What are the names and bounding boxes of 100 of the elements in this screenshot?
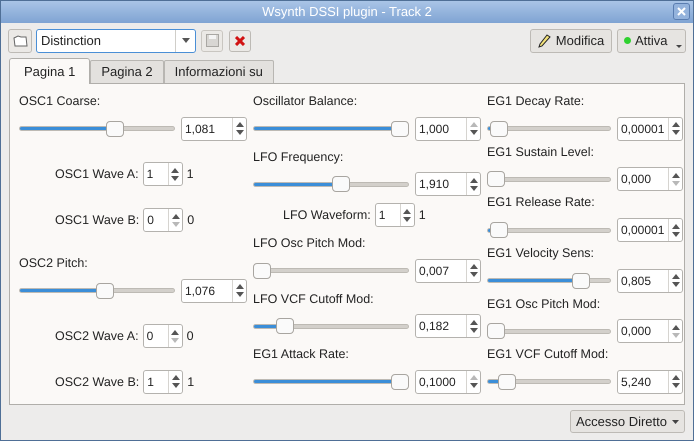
edit-button[interactable]: Modifica	[530, 28, 612, 52]
spin-box[interactable]: 1,910	[415, 172, 481, 196]
spin-box[interactable]: 0,00001	[617, 218, 683, 242]
down-arrow-icon[interactable]	[470, 383, 478, 388]
slider-thumb[interactable]	[487, 171, 505, 188]
up-arrow-icon[interactable]	[672, 274, 680, 280]
down-arrow-icon[interactable]	[470, 328, 478, 333]
tab[interactable]: Informazioni su	[164, 60, 274, 83]
slider-thumb[interactable]	[572, 272, 590, 289]
slider-label: Oscillator Balance:	[253, 93, 358, 110]
slider[interactable]	[487, 222, 611, 238]
slider-thumb[interactable]	[490, 120, 508, 137]
slider-label: EG1 Velocity Sens:	[487, 244, 596, 262]
close-button[interactable]	[673, 3, 690, 20]
spin-box[interactable]: 1,076	[181, 278, 247, 303]
slider-label: LFO Frequency:	[253, 148, 344, 166]
down-arrow-icon[interactable]	[236, 292, 244, 298]
down-arrow-icon[interactable]	[470, 186, 478, 191]
spin-box[interactable]: 0	[143, 208, 184, 232]
value-readout: 0	[186, 328, 194, 345]
window-title: Wsynth DSSI plugin - Track 2	[262, 3, 432, 22]
slider[interactable]	[253, 120, 409, 137]
slider-thumb[interactable]	[253, 262, 271, 279]
spin-box[interactable]: 0	[142, 324, 183, 348]
down-arrow-icon[interactable]	[470, 272, 478, 278]
down-arrow-icon[interactable]	[470, 130, 478, 136]
slider[interactable]	[253, 374, 409, 390]
down-arrow-icon[interactable]	[403, 216, 412, 222]
down-arrow-icon[interactable]	[672, 383, 680, 388]
slider[interactable]	[487, 323, 611, 340]
slider-thumb[interactable]	[391, 120, 409, 137]
tab[interactable]: Pagina 2	[90, 60, 164, 83]
up-arrow-icon[interactable]	[236, 284, 244, 290]
slider[interactable]	[487, 272, 611, 289]
spin-box[interactable]: 1	[374, 203, 415, 228]
spin-box[interactable]: 1,000	[415, 116, 481, 141]
open-button[interactable]	[8, 28, 32, 52]
caret-icon	[676, 44, 682, 48]
delete-button[interactable]	[229, 30, 251, 52]
tab[interactable]: Pagina 1	[9, 58, 90, 84]
up-arrow-icon[interactable]	[171, 330, 180, 335]
slider-label: EG1 Sustain Level:	[487, 144, 596, 161]
spin-box[interactable]: 0,805	[617, 268, 683, 293]
slider-label: EG1 Release Rate:	[487, 194, 596, 212]
down-arrow-icon[interactable]	[172, 383, 180, 388]
spin-box[interactable]: 1,081	[181, 116, 247, 141]
slider[interactable]	[19, 120, 175, 137]
spin-box[interactable]: 0,000	[617, 167, 683, 192]
spin-box[interactable]: 0,000	[617, 319, 683, 344]
slider-thumb[interactable]	[391, 374, 409, 390]
down-arrow-icon[interactable]	[672, 232, 680, 237]
slider[interactable]	[253, 262, 409, 279]
preset-combobox[interactable]: Distinction	[36, 28, 196, 52]
up-arrow-icon[interactable]	[672, 324, 680, 330]
slider[interactable]	[253, 318, 409, 334]
slider-thumb[interactable]	[490, 222, 508, 238]
down-arrow-icon[interactable]	[672, 130, 680, 136]
up-arrow-icon[interactable]	[672, 224, 680, 229]
slider-thumb[interactable]	[487, 323, 505, 340]
spin-box[interactable]: 0,182	[415, 314, 481, 338]
spin-box[interactable]: 1	[142, 162, 183, 186]
spin-box[interactable]: 1	[143, 370, 184, 394]
slider-thumb[interactable]	[106, 120, 124, 137]
spin-label: OSC1 Wave B:	[55, 212, 140, 229]
slider-thumb[interactable]	[276, 318, 294, 334]
up-arrow-icon[interactable]	[672, 122, 680, 128]
spin-box[interactable]: 0,1000	[415, 370, 481, 394]
pencil-icon	[538, 34, 551, 48]
up-arrow-icon[interactable]	[470, 264, 478, 270]
up-arrow-icon[interactable]	[171, 168, 180, 173]
direct-access-button[interactable]: Accesso Diretto	[570, 410, 685, 433]
slider-thumb[interactable]	[332, 176, 350, 192]
slider[interactable]	[487, 120, 611, 137]
up-arrow-icon[interactable]	[470, 320, 478, 325]
slider[interactable]	[19, 282, 175, 299]
spin-box[interactable]: 5,240	[617, 370, 683, 394]
down-arrow-icon[interactable]	[171, 176, 180, 181]
active-button[interactable]: Attiva	[617, 28, 686, 52]
down-arrow-icon[interactable]	[236, 130, 244, 136]
up-arrow-icon[interactable]	[470, 178, 478, 183]
up-arrow-icon[interactable]	[236, 122, 244, 128]
up-arrow-icon[interactable]	[672, 375, 680, 380]
dropdown-arrow-icon	[182, 38, 190, 43]
up-arrow-icon[interactable]	[672, 172, 680, 178]
slider-label: EG1 Decay Rate:	[487, 93, 586, 110]
slider[interactable]	[487, 374, 611, 390]
slider-thumb[interactable]	[96, 282, 114, 299]
slider[interactable]	[253, 176, 409, 192]
down-arrow-icon[interactable]	[672, 282, 680, 288]
slider-thumb[interactable]	[498, 374, 516, 390]
caret-icon	[672, 420, 679, 424]
close-icon	[235, 36, 245, 46]
slider[interactable]	[487, 171, 611, 188]
up-arrow-icon[interactable]	[172, 375, 180, 380]
spin-box[interactable]: 0,007	[415, 258, 481, 283]
slider-label: OSC2 Pitch:	[19, 254, 89, 272]
up-arrow-icon[interactable]	[172, 214, 180, 219]
up-arrow-icon[interactable]	[403, 208, 412, 214]
spin-box[interactable]: 0,00001	[617, 116, 683, 141]
slider-label: LFO VCF Cutoff Mod:	[253, 290, 375, 308]
